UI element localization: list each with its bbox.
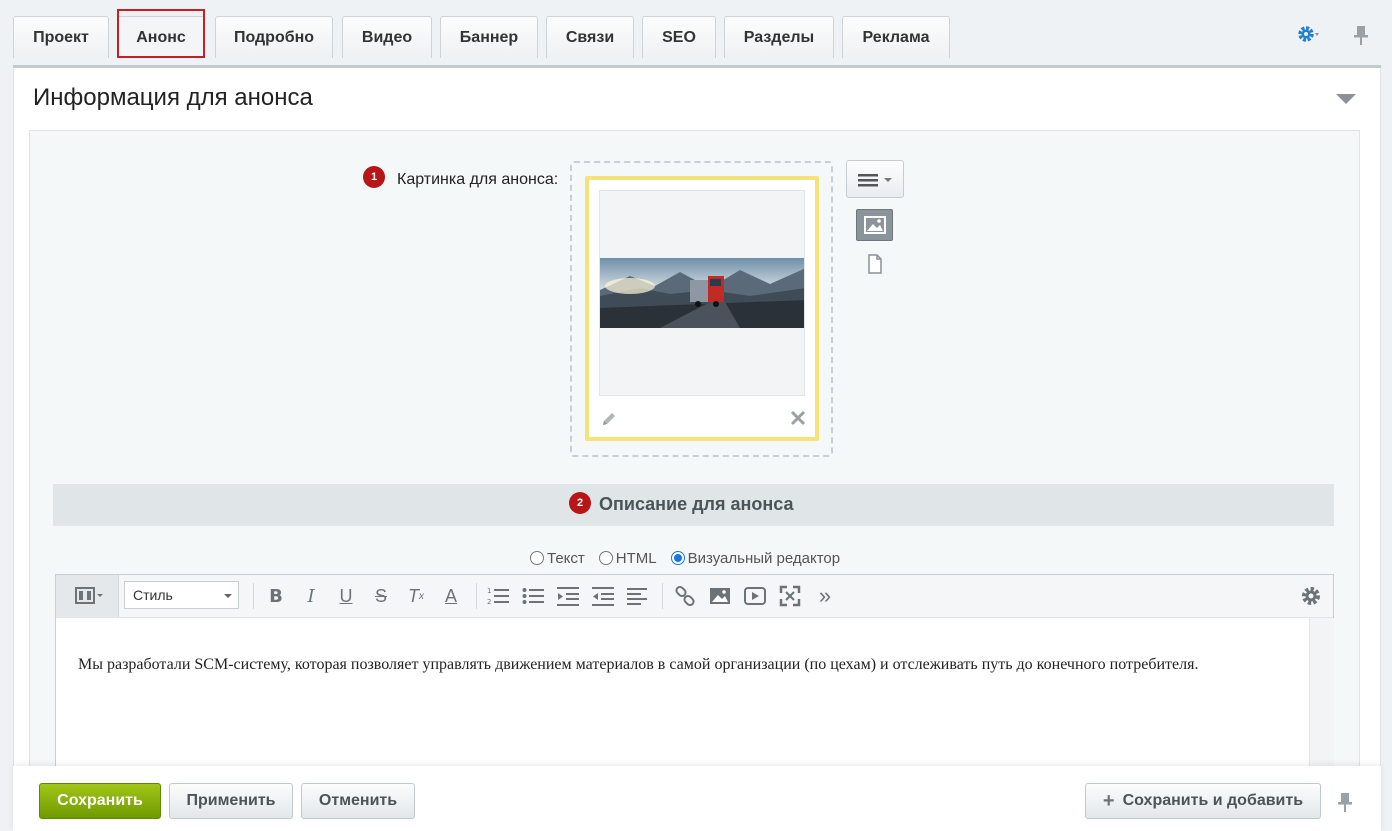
video-icon[interactable] [744,585,766,607]
image-menu-button[interactable] [846,160,904,198]
tab-announce[interactable]: Анонс [117,16,205,58]
preview-image-label: Картинка для анонса: [397,171,559,188]
triangle-down-icon[interactable] [1336,94,1356,104]
mode-html-label: HTML [615,549,657,567]
style-select[interactable]: Стиль [124,581,239,609]
hint-badge-2[interactable]: 2 [569,492,591,514]
mode-visual-label: Визуальный редактор [687,549,841,567]
cancel-button[interactable]: Отменить [301,783,415,819]
bold-icon[interactable]: B [265,585,287,607]
mode-text-label: Текст [547,549,585,567]
link-icon[interactable] [674,585,696,607]
save-and-add-label: Сохранить и добавить [1122,792,1304,809]
file-icon[interactable] [866,254,884,274]
radio-html[interactable] [598,551,613,565]
svg-text:2: 2 [487,598,491,606]
mode-html[interactable]: HTML [598,549,657,567]
truck-image [600,258,804,328]
tab-video[interactable]: Видео [342,16,432,58]
outdent-icon[interactable] [592,585,614,607]
close-icon[interactable] [790,410,806,426]
description-title: Описание для анонса [599,494,794,514]
tab-links[interactable]: Связи [546,16,634,58]
fullscreen-icon[interactable] [779,585,801,607]
image-thumbnail[interactable] [599,190,805,396]
tab-ads[interactable]: Реклама [842,16,950,58]
tab-banner[interactable]: Баннер [440,16,538,58]
italic-icon[interactable]: I [300,585,322,607]
radio-visual[interactable] [670,551,685,565]
pencil-icon[interactable] [600,410,618,428]
radio-text[interactable] [530,551,544,565]
numbered-list-icon[interactable]: 1 2 [487,585,509,607]
toolbar-separator [253,583,254,609]
more-icon[interactable]: » [814,583,836,608]
save-button[interactable]: Сохранить [39,783,161,819]
toolbar-separator [662,583,663,609]
mode-visual[interactable]: Визуальный редактор [670,549,841,567]
bullet-list-icon[interactable] [522,585,544,607]
plus-icon: + [1102,789,1115,812]
mode-text[interactable]: Текст [530,550,585,567]
align-left-icon[interactable] [627,585,649,607]
text-color-icon[interactable]: A [440,585,462,607]
style-select-value: Стиль [133,587,173,603]
pin-icon[interactable] [1336,791,1354,813]
settings-icon[interactable] [1300,585,1322,607]
view-mode-button[interactable] [56,575,119,617]
chevron-down-icon [224,594,232,598]
hint-badge-1[interactable]: 1 [363,166,385,188]
section-title: Информация для анонса [33,84,313,111]
editor-mode-selector: Текст HTML Визуальный редактор [530,548,854,568]
save-and-add-button[interactable]: + Сохранить и добавить [1085,783,1321,819]
clear-format-icon[interactable]: Tx [405,585,427,607]
hamburger-menu-icon [858,174,892,187]
svg-text:1: 1 [487,587,491,595]
editor-scrollbar[interactable] [1309,618,1334,774]
strikethrough-icon[interactable]: S [370,585,392,607]
tab-project[interactable]: Проект [13,16,109,58]
apply-button[interactable]: Применить [169,783,293,819]
insert-image-icon[interactable] [709,585,731,607]
tab-details[interactable]: Подробно [215,16,333,58]
tab-sections[interactable]: Разделы [724,16,834,58]
toolbar-separator [476,583,477,609]
image-mode-button[interactable] [856,209,893,241]
tab-seo[interactable]: SEO [642,16,716,58]
image-icon [864,216,886,234]
editor-content[interactable]: Мы разработали SCM-систему, которая позв… [78,656,1318,674]
indent-icon[interactable] [557,585,579,607]
underline-icon[interactable]: U [335,585,357,607]
pin-icon[interactable] [1351,24,1371,46]
gear-icon[interactable] [1297,24,1319,44]
split-view-icon [75,587,103,604]
